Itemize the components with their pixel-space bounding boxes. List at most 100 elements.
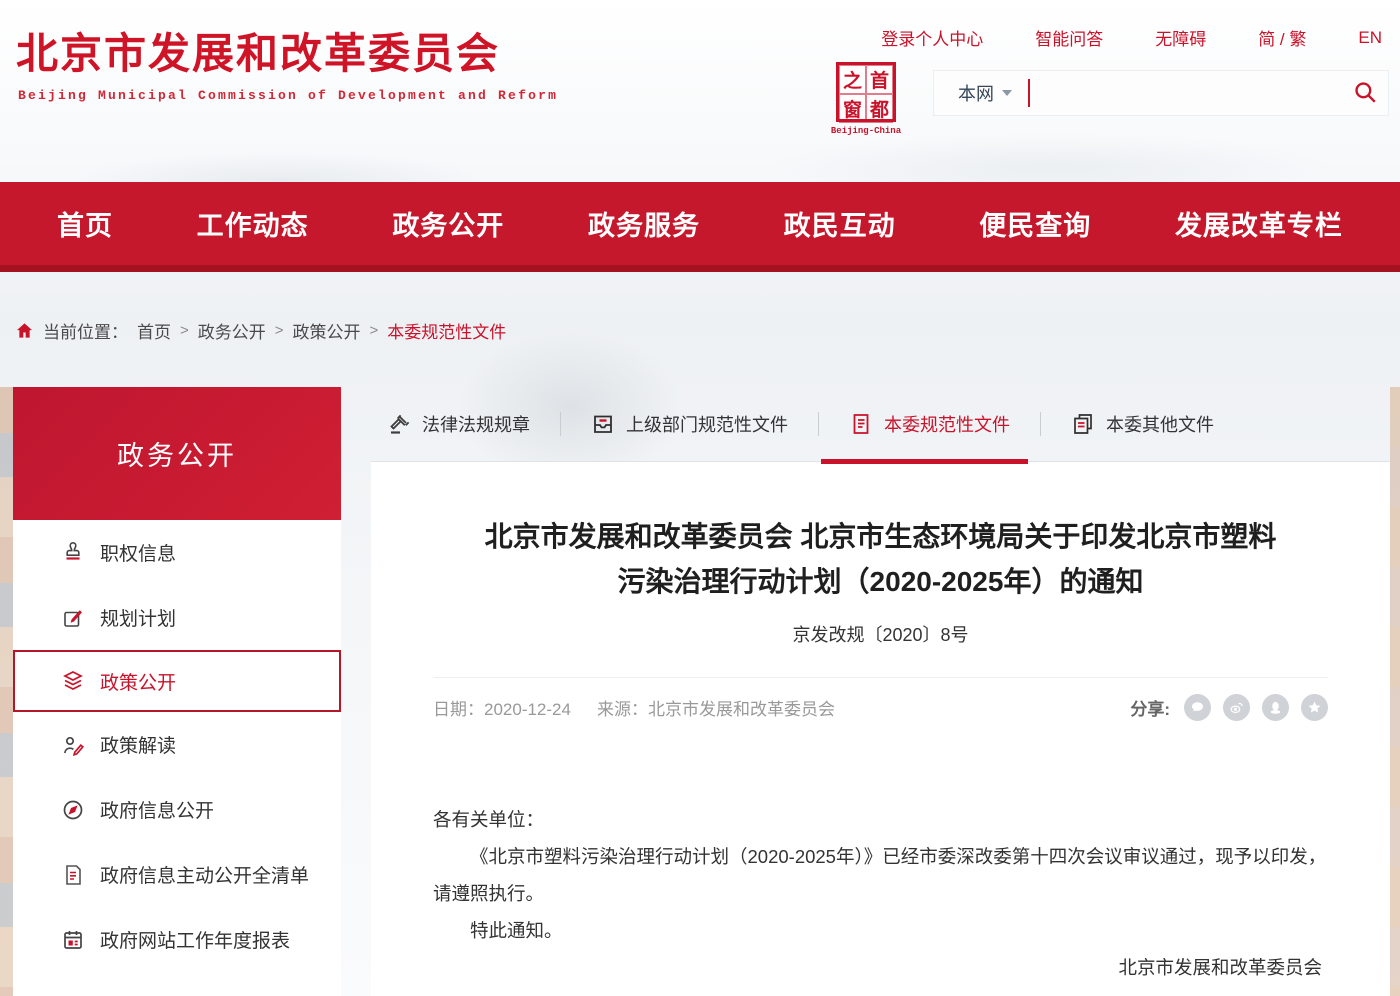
- article-greeting: 各有关单位：: [433, 801, 1328, 838]
- copy-doc-icon: [1071, 412, 1095, 436]
- search-box: 本网: [933, 70, 1389, 116]
- tab-label: 本委其他文件: [1106, 411, 1214, 437]
- sidebar-item[interactable]: 政府网站工作年度报表: [13, 907, 341, 972]
- article-body: 各有关单位： 《北京市塑料污染治理行动计划（2020-2025年）》已经市委深改…: [433, 801, 1328, 986]
- main-nav-bar: 首页 工作动态 政务公开 政务服务 政民互动 便民查询 发展改革专栏: [0, 182, 1400, 272]
- search-icon: [1352, 79, 1378, 108]
- nav-item[interactable]: 政民互动: [784, 204, 896, 243]
- home-icon[interactable]: [15, 321, 34, 340]
- site-title: 北京市发展和改革委员会: [16, 20, 500, 81]
- page: 北京市发展和改革委员会 Beijing Municipal Commission…: [0, 0, 1400, 996]
- sidebar-item-label: 决策目录: [100, 991, 176, 996]
- calendar-icon: [61, 928, 85, 952]
- weibo-share-icon[interactable]: [1223, 694, 1250, 721]
- top-link[interactable]: 简 / 繁: [1258, 25, 1306, 50]
- search-scope-label: 本网: [958, 80, 994, 106]
- tab-separator: [1040, 412, 1041, 436]
- share-icons: [1184, 694, 1328, 721]
- nav-item[interactable]: 便民查询: [979, 204, 1091, 243]
- sidebar-item[interactable]: 政府信息主动公开全清单: [13, 842, 341, 907]
- chevron-down-icon: [1002, 90, 1012, 96]
- seal-char: 之: [839, 65, 866, 94]
- nav-item[interactable]: 政务服务: [588, 204, 700, 243]
- gavel-icon: [387, 412, 411, 436]
- sidebar-item[interactable]: 政府信息公开: [13, 777, 341, 842]
- background-right-strip: [1390, 387, 1400, 996]
- sidebar-item[interactable]: 规划计划: [13, 585, 341, 650]
- sidebar-item-label: 政策公开: [100, 668, 176, 695]
- nav-item[interactable]: 首页: [57, 204, 113, 243]
- sidebar-item[interactable]: 决策目录: [13, 972, 341, 996]
- breadcrumb-separator: >: [275, 322, 284, 339]
- top-link[interactable]: 登录个人中心: [881, 25, 983, 50]
- tab-label: 法律法规规章: [422, 411, 530, 437]
- article-signature: 北京市发展和改革委员会: [433, 949, 1328, 986]
- tab[interactable]: 本委规范性文件: [849, 387, 1010, 461]
- breadcrumb-item[interactable]: 政策公开: [293, 318, 361, 343]
- sidebar-item[interactable]: 政策公开: [13, 650, 341, 712]
- tab-label: 本委规范性文件: [884, 411, 1010, 437]
- breadcrumb-items: 首页 > 政务公开 > 政策公开 > 本委规范性文件: [137, 318, 506, 343]
- breadcrumb: 当前位置： 首页 > 政务公开 > 政策公开 > 本委规范性文件: [15, 318, 506, 343]
- sidebar-item[interactable]: 职权信息: [13, 520, 341, 585]
- sidebar-item-label: 政府网站工作年度报表: [100, 926, 290, 953]
- search-input[interactable]: [1030, 71, 1342, 115]
- sidebar: 政务公开 职权信息规划计划政策公开政策解读政府信息公开政府信息主动公开全清单政府…: [13, 387, 341, 996]
- background-left-strip: [0, 387, 13, 996]
- breadcrumb-separator: >: [370, 322, 379, 339]
- share-label: 分享:: [1130, 695, 1170, 720]
- sidebar-menu: 职权信息规划计划政策公开政策解读政府信息公开政府信息主动公开全清单政府网站工作年…: [13, 520, 341, 996]
- article-paragraph: 《北京市塑料污染治理行动计划（2020-2025年）》已经市委深改委第十四次会议…: [433, 838, 1328, 912]
- breadcrumb-separator: >: [180, 322, 189, 339]
- tab[interactable]: 上级部门规范性文件: [591, 387, 788, 461]
- breadcrumb-item[interactable]: 首页: [137, 318, 171, 343]
- sidebar-item-label: 政策解读: [100, 731, 176, 758]
- article-paragraph: 特此通知。: [433, 912, 1328, 949]
- article-card: 北京市发展和改革委员会 北京市生态环境局关于印发北京市塑料污染治理行动计划（20…: [371, 462, 1390, 996]
- inbox-icon: [591, 412, 615, 436]
- document-icon: [61, 863, 85, 887]
- nav-item[interactable]: 工作动态: [197, 204, 309, 243]
- article-title: 北京市发展和改革委员会 北京市生态环境局关于印发北京市塑料污染治理行动计划（20…: [476, 514, 1286, 605]
- calendar-icon: [61, 993, 85, 996]
- top-links: 登录个人中心 智能问答 无障碍 简 / 繁 EN: [881, 25, 1382, 50]
- layers-icon: [61, 669, 85, 693]
- compass-icon: [61, 798, 85, 822]
- wechat-share-icon[interactable]: [1184, 694, 1211, 721]
- search-button[interactable]: [1342, 71, 1388, 115]
- tab-separator: [560, 412, 561, 436]
- search-scope-select[interactable]: 本网: [934, 80, 1028, 106]
- stamp-icon: [61, 541, 85, 565]
- article-source: 来源：北京市发展和改革委员会: [597, 695, 835, 720]
- sidebar-title: 政务公开: [13, 387, 341, 520]
- site-subtitle: Beijing Municipal Commission of Developm…: [18, 88, 558, 103]
- top-link[interactable]: EN: [1358, 28, 1382, 48]
- person-edit-icon: [61, 733, 85, 757]
- breadcrumb-item[interactable]: 本委规范性文件: [387, 318, 506, 343]
- article-date: 日期：2020-12-24: [433, 695, 571, 720]
- sidebar-item-label: 政府信息公开: [100, 796, 214, 823]
- favorite-share-icon[interactable]: [1301, 694, 1328, 721]
- tab[interactable]: 法律法规规章: [387, 387, 530, 461]
- tab-label: 上级部门规范性文件: [626, 411, 788, 437]
- qq-share-icon[interactable]: [1262, 694, 1289, 721]
- sidebar-item-label: 规划计划: [100, 604, 176, 631]
- sidebar-item-label: 政府信息主动公开全清单: [100, 861, 309, 888]
- doc-red-icon: [849, 412, 873, 436]
- tab[interactable]: 本委其他文件: [1071, 387, 1214, 461]
- sidebar-item[interactable]: 政策解读: [13, 712, 341, 777]
- seal-char: 窗: [839, 94, 866, 123]
- tab-separator: [818, 412, 819, 436]
- tab-bar: 法律法规规章 上级部门规范性文件 本委规范性文件 本委其他文件: [371, 387, 1390, 462]
- top-link[interactable]: 智能问答: [1035, 25, 1103, 50]
- article-meta: 日期：2020-12-24 来源：北京市发展和改革委员会: [433, 695, 835, 720]
- breadcrumb-item[interactable]: 政务公开: [198, 318, 266, 343]
- share-bar: 分享:: [1130, 694, 1328, 721]
- nav-item[interactable]: 发展改革专栏: [1175, 204, 1343, 243]
- seal-caption: Beijing-China: [828, 126, 904, 136]
- document-number: 京发改规〔2020〕8号: [433, 621, 1328, 647]
- top-link[interactable]: 无障碍: [1155, 25, 1206, 50]
- breadcrumb-prefix: 当前位置：: [43, 318, 128, 343]
- seal-char: 都: [866, 94, 893, 123]
- nav-item[interactable]: 政务公开: [392, 204, 504, 243]
